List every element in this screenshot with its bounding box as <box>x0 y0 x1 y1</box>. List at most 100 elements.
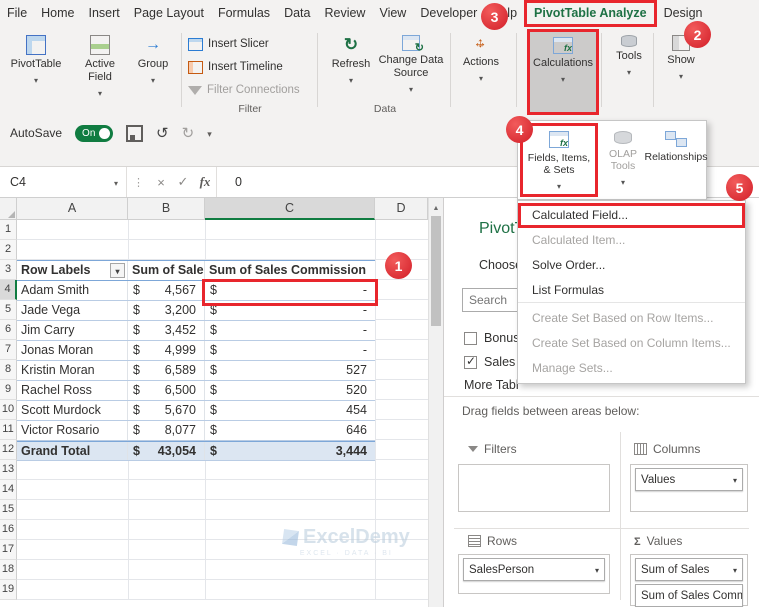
ribbon-tab[interactable]: Review <box>317 0 372 27</box>
customize-qat-button[interactable] <box>207 126 212 140</box>
enter-entry-button[interactable]: ✓ <box>172 174 194 190</box>
column-header-c[interactable]: C <box>205 198 375 220</box>
sales-cell[interactable]: $ 3,452 <box>128 321 205 340</box>
grand-total-label-cell[interactable]: Grand Total <box>17 442 128 460</box>
actions-button[interactable]: Actions <box>456 30 506 114</box>
row-header[interactable]: 6 <box>0 320 17 340</box>
row-header[interactable]: 18 <box>0 560 17 580</box>
salesperson-cell[interactable]: Scott Murdock <box>17 401 128 420</box>
sales-cell[interactable]: $ 6,500 <box>128 381 205 400</box>
sales-cell[interactable]: $ 4,567 <box>128 281 205 300</box>
salesperson-cell[interactable]: Adam Smith <box>17 281 128 300</box>
submenu-item[interactable]: Calculated Field... <box>518 203 745 228</box>
salesperson-cell[interactable]: Jim Carry <box>17 321 128 340</box>
redo-button[interactable] <box>182 124 195 142</box>
commission-cell[interactable]: $ 646 <box>205 421 375 440</box>
sales-cell[interactable]: $ 4,999 <box>128 341 205 360</box>
grand-total-commission-cell[interactable]: $ 3,444 <box>205 442 375 460</box>
row-header[interactable]: 12 <box>0 440 17 460</box>
field-checkbox[interactable] <box>464 331 477 345</box>
sales-cell[interactable]: $ 3,200 <box>128 301 205 320</box>
ribbon-tab[interactable]: Data <box>277 0 317 27</box>
submenu-item[interactable]: Create Set Based on Row Items... <box>518 306 745 331</box>
commission-cell[interactable]: $ 520 <box>205 381 375 400</box>
ribbon-tab[interactable]: PivotTable Analyze <box>524 0 657 27</box>
column-header-d[interactable]: D <box>375 198 428 220</box>
save-button[interactable] <box>126 124 144 142</box>
columns-field-pill[interactable]: Values <box>635 468 743 491</box>
submenu-item[interactable]: Manage Sets... <box>518 356 745 381</box>
salesperson-cell[interactable]: Jade Vega <box>17 301 128 320</box>
row-header[interactable]: 13 <box>0 460 17 480</box>
ribbon-tab[interactable]: Page Layout <box>127 0 211 27</box>
row-header[interactable]: 2 <box>0 240 17 260</box>
scrollbar-thumb[interactable] <box>431 216 441 326</box>
insert-function-button[interactable]: fx <box>194 174 216 190</box>
columns-dropzone[interactable]: Values <box>630 464 748 512</box>
filter-dropdown-button[interactable] <box>110 263 125 278</box>
ribbon-tab[interactable]: Insert <box>82 0 127 27</box>
salesperson-cell[interactable]: Victor Rosario <box>17 421 128 440</box>
pivottable-button[interactable]: PivotTable <box>6 30 66 114</box>
submenu-item[interactable]: List Formulas <box>518 278 745 303</box>
name-box[interactable]: C4 <box>0 167 106 197</box>
refresh-button[interactable]: Refresh <box>326 30 376 114</box>
row-header[interactable]: 5 <box>0 300 17 320</box>
ribbon-tab[interactable]: Formulas <box>211 0 277 27</box>
column-header-b[interactable]: B <box>128 198 205 220</box>
commission-cell[interactable]: $ - <box>205 321 375 340</box>
active-field-button[interactable]: Active Field <box>72 30 128 114</box>
row-header[interactable]: 14 <box>0 480 17 500</box>
salesperson-cell[interactable]: Jonas Moran <box>17 341 128 360</box>
sum-of-sales-header-cell[interactable]: Sum of Sales <box>128 261 205 280</box>
salesperson-cell[interactable]: Kristin Moran <box>17 361 128 380</box>
row-header[interactable]: 1 <box>0 220 17 240</box>
field-checkbox[interactable] <box>464 354 477 369</box>
row-header[interactable]: 16 <box>0 520 17 540</box>
filter-connections-button[interactable]: Filter Connections <box>188 80 300 100</box>
values-field-pill[interactable]: Sum of Sales <box>635 558 743 581</box>
sales-cell[interactable]: $ 5,670 <box>128 401 205 420</box>
row-header[interactable]: 7 <box>0 340 17 360</box>
submenu-item[interactable]: Create Set Based on Column Items... <box>518 331 745 356</box>
insert-slicer-button[interactable]: Insert Slicer <box>188 34 269 54</box>
commission-cell[interactable]: $ 527 <box>205 361 375 380</box>
ribbon-tab[interactable]: Home <box>34 0 81 27</box>
formula-bar-value[interactable]: 0 <box>217 175 242 189</box>
ribbon-tab[interactable]: Developer <box>413 0 484 27</box>
insert-timeline-button[interactable]: Insert Timeline <box>188 57 283 77</box>
row-header[interactable]: 17 <box>0 540 17 560</box>
change-data-source-button[interactable]: Change Data Source <box>378 30 444 114</box>
values-field-pill[interactable]: Sum of Sales Comm... <box>635 584 743 607</box>
row-header[interactable]: 4 <box>0 280 17 300</box>
vertical-scrollbar[interactable] <box>428 198 443 607</box>
row-header[interactable]: 8 <box>0 360 17 380</box>
calculations-button[interactable]: Calculations <box>527 29 599 115</box>
row-header[interactable]: 19 <box>0 580 17 600</box>
sales-cell[interactable]: $ 6,589 <box>128 361 205 380</box>
ribbon-tab[interactable]: View <box>372 0 413 27</box>
more-tables-button[interactable]: More Tabl <box>464 378 519 392</box>
salesperson-cell[interactable]: Rachel Ross <box>17 381 128 400</box>
column-header-a[interactable]: A <box>17 198 128 220</box>
rows-field-pill[interactable]: SalesPerson <box>463 558 605 581</box>
row-header[interactable]: 10 <box>0 400 17 420</box>
scroll-up-button[interactable] <box>429 198 443 214</box>
submenu-item[interactable]: Solve Order... <box>518 253 745 278</box>
tools-button[interactable]: Tools <box>606 30 652 114</box>
row-header[interactable]: 3 <box>0 260 17 280</box>
sales-cell[interactable]: $ 8,077 <box>128 421 205 440</box>
grand-total-sales-cell[interactable]: $ 43,054 <box>128 442 205 460</box>
cancel-entry-button[interactable]: × <box>150 175 172 190</box>
group-button[interactable]: Group <box>130 30 176 114</box>
row-labels-header-cell[interactable]: Row Labels <box>17 261 128 280</box>
select-all-button[interactable] <box>0 198 17 220</box>
commission-cell[interactable]: $ - <box>205 341 375 360</box>
filters-dropzone[interactable] <box>458 464 610 512</box>
ribbon-tab[interactable]: File <box>0 0 34 27</box>
name-box-dropdown[interactable] <box>106 173 126 191</box>
submenu-item[interactable]: Calculated Item... <box>518 228 745 253</box>
olap-tools-button[interactable]: OLAP Tools <box>598 123 648 197</box>
row-header[interactable]: 15 <box>0 500 17 520</box>
relationships-button[interactable]: Relationships <box>644 123 708 197</box>
